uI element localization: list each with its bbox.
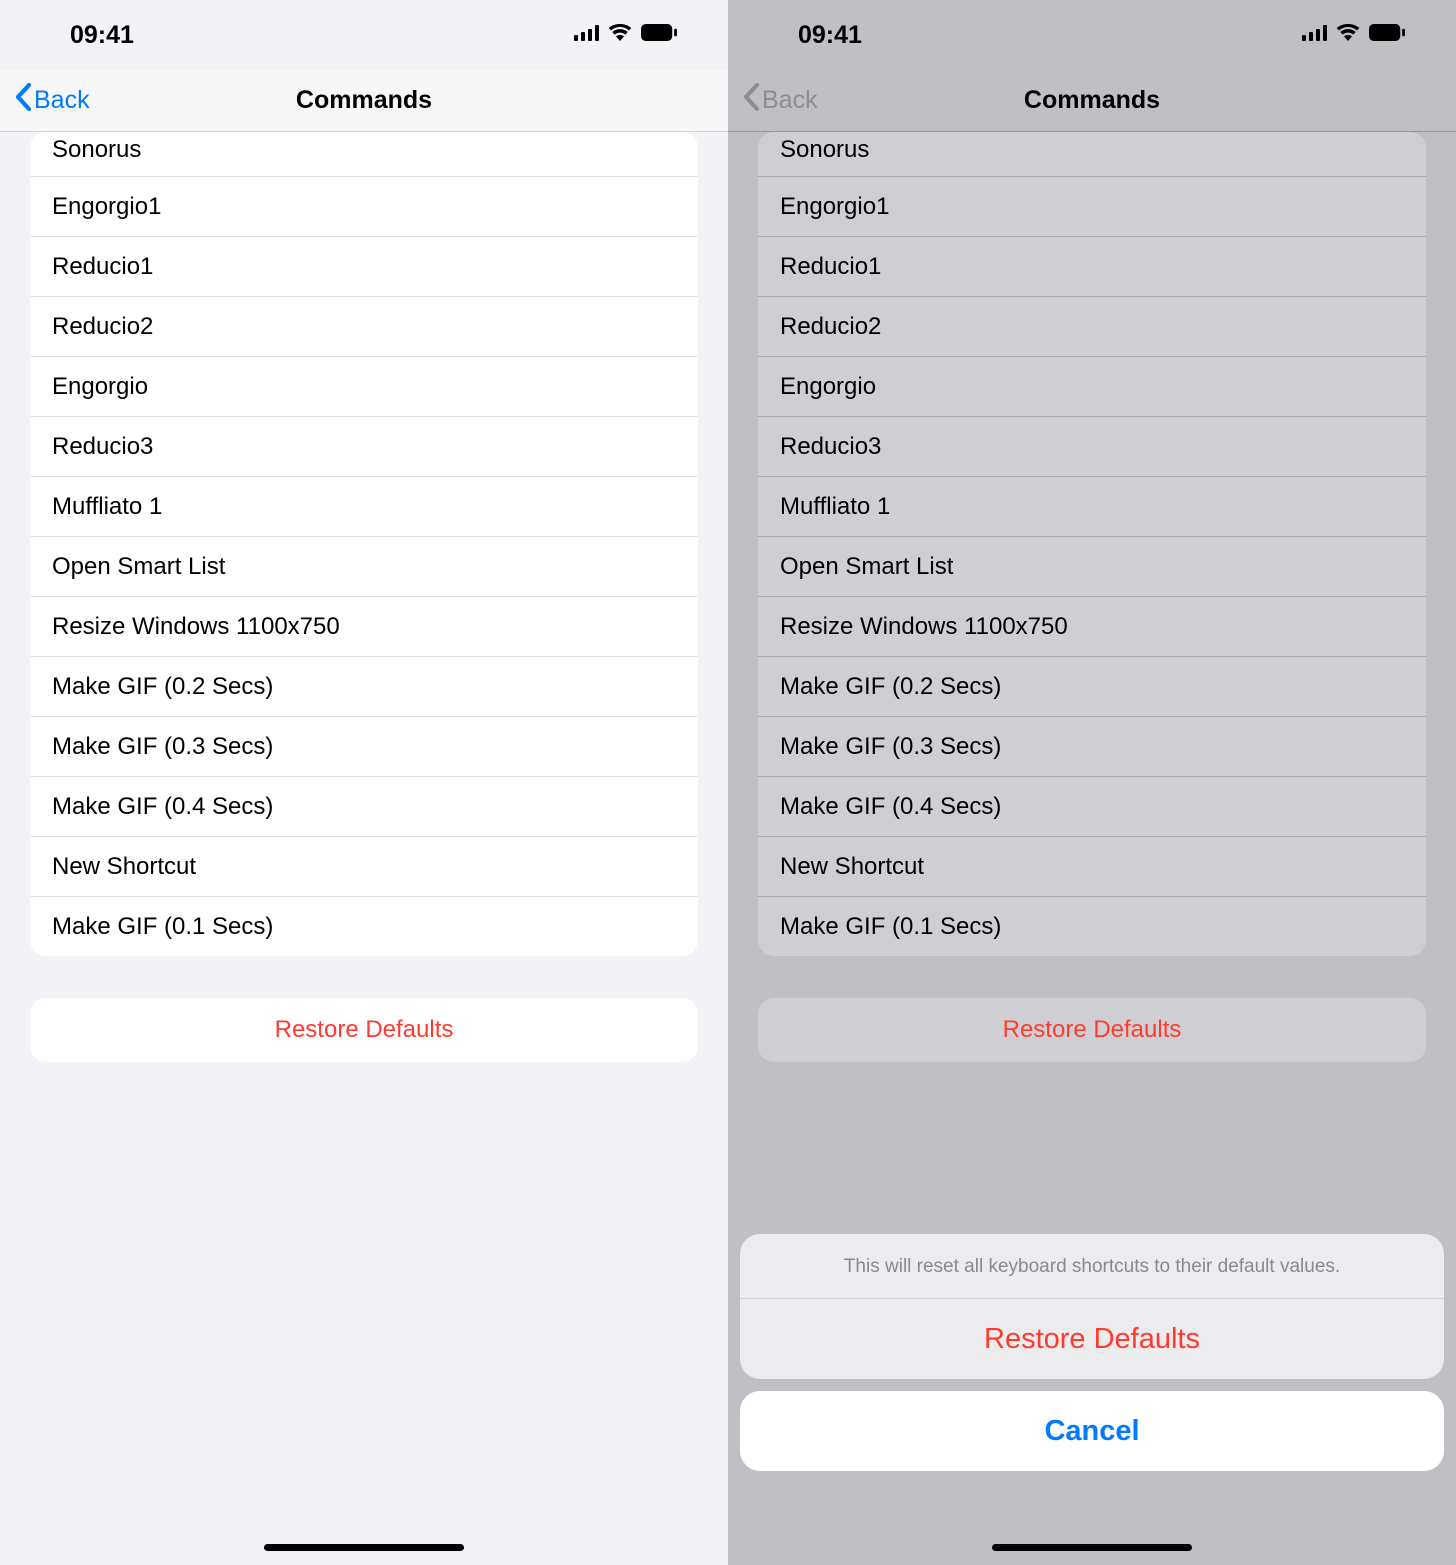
list-item-label: Reducio2 <box>52 313 153 341</box>
list-item-label: Sonorus <box>780 136 869 164</box>
action-sheet-group: This will reset all keyboard shortcuts t… <box>740 1234 1444 1379</box>
list-item[interactable]: Reducio3 <box>30 416 698 476</box>
list-item-label: Engorgio <box>780 373 876 401</box>
list-item-label: New Shortcut <box>780 853 924 881</box>
home-indicator[interactable] <box>264 1544 464 1551</box>
restore-defaults-label: Restore Defaults <box>275 1016 454 1044</box>
commands-list: Sonorus Engorgio1 Reducio1 Reducio2 Engo… <box>758 132 1426 956</box>
battery-icon <box>1368 24 1406 46</box>
list-item: Reducio3 <box>758 416 1426 476</box>
list-item: Reducio1 <box>758 236 1426 296</box>
action-sheet-restore-button[interactable]: Restore Defaults <box>740 1299 1444 1379</box>
list-item[interactable]: Make GIF (0.1 Secs) <box>30 896 698 956</box>
cellular-signal-icon <box>1302 25 1328 46</box>
list-item-label: Make GIF (0.4 Secs) <box>52 793 273 821</box>
screenshot-right: 09:41 Back Commands Sonorus Engorgio1 Re… <box>728 0 1456 1565</box>
list-item-label: Make GIF (0.1 Secs) <box>780 913 1001 941</box>
cellular-signal-icon <box>574 25 600 46</box>
back-label: Back <box>762 86 818 115</box>
nav-title: Commands <box>0 86 728 115</box>
status-icons <box>574 24 678 46</box>
list-item[interactable]: Reducio1 <box>30 236 698 296</box>
nav-bar: Back Commands <box>0 70 728 132</box>
back-button[interactable]: Back <box>0 83 90 118</box>
list-item-label: Resize Windows 1100x750 <box>780 613 1068 641</box>
restore-defaults-label: Restore Defaults <box>1003 1016 1182 1044</box>
screenshot-left: 09:41 Back Commands Sonorus Engorgio1 Re… <box>0 0 728 1565</box>
list-item-label: Make GIF (0.1 Secs) <box>52 913 273 941</box>
list-item[interactable]: Reducio2 <box>30 296 698 356</box>
commands-list-wrap: Sonorus Engorgio1 Reducio1 Reducio2 Engo… <box>728 132 1456 956</box>
list-item[interactable]: New Shortcut <box>30 836 698 896</box>
status-icons <box>1302 24 1406 46</box>
list-item[interactable]: Make GIF (0.2 Secs) <box>30 656 698 716</box>
list-item: Make GIF (0.2 Secs) <box>758 656 1426 716</box>
list-item: Muffliato 1 <box>758 476 1426 536</box>
list-item-label: Open Smart List <box>52 553 225 581</box>
list-item-label: Open Smart List <box>780 553 953 581</box>
list-item-label: Reducio3 <box>52 433 153 461</box>
list-item-label: Engorgio <box>52 373 148 401</box>
list-item-label: Reducio3 <box>780 433 881 461</box>
wifi-icon <box>1336 24 1360 46</box>
list-item-label: Make GIF (0.3 Secs) <box>52 733 273 761</box>
status-time: 09:41 <box>798 21 862 50</box>
list-item: Make GIF (0.3 Secs) <box>758 716 1426 776</box>
restore-defaults-button: Restore Defaults <box>758 998 1426 1062</box>
nav-title: Commands <box>728 86 1456 115</box>
list-item[interactable]: Make GIF (0.4 Secs) <box>30 776 698 836</box>
list-item-label: Make GIF (0.2 Secs) <box>52 673 273 701</box>
back-button: Back <box>728 83 818 118</box>
back-label: Back <box>34 86 90 115</box>
list-item[interactable]: Engorgio1 <box>30 176 698 236</box>
list-item-label: Make GIF (0.2 Secs) <box>780 673 1001 701</box>
list-item-label: Engorgio1 <box>780 193 889 221</box>
action-sheet-message: This will reset all keyboard shortcuts t… <box>740 1234 1444 1299</box>
list-item: Reducio2 <box>758 296 1426 356</box>
action-sheet: This will reset all keyboard shortcuts t… <box>740 1234 1444 1471</box>
list-item: Engorgio1 <box>758 176 1426 236</box>
list-item-label: Reducio1 <box>780 253 881 281</box>
home-indicator[interactable] <box>992 1544 1192 1551</box>
list-item: Sonorus <box>758 132 1426 176</box>
list-item[interactable]: Make GIF (0.3 Secs) <box>30 716 698 776</box>
list-item-label: Muffliato 1 <box>52 493 162 521</box>
list-item: New Shortcut <box>758 836 1426 896</box>
list-item-label: Make GIF (0.3 Secs) <box>780 733 1001 761</box>
action-sheet-restore-label: Restore Defaults <box>984 1323 1200 1356</box>
list-item-label: Reducio2 <box>780 313 881 341</box>
status-bar: 09:41 <box>728 0 1456 70</box>
list-item[interactable]: Sonorus <box>30 132 698 176</box>
action-sheet-cancel-button[interactable]: Cancel <box>740 1391 1444 1471</box>
battery-icon <box>640 24 678 46</box>
wifi-icon <box>608 24 632 46</box>
nav-bar: Back Commands <box>728 70 1456 132</box>
list-item-label: Muffliato 1 <box>780 493 890 521</box>
list-item-label: New Shortcut <box>52 853 196 881</box>
list-item-label: Engorgio1 <box>52 193 161 221</box>
restore-defaults-button[interactable]: Restore Defaults <box>30 998 698 1062</box>
status-time: 09:41 <box>70 21 134 50</box>
list-item: Make GIF (0.4 Secs) <box>758 776 1426 836</box>
list-item-label: Sonorus <box>52 136 141 164</box>
commands-list[interactable]: Sonorus Engorgio1 Reducio1 Reducio2 Engo… <box>30 132 698 956</box>
chevron-left-icon <box>742 83 760 118</box>
list-item[interactable]: Muffliato 1 <box>30 476 698 536</box>
list-item[interactable]: Resize Windows 1100x750 <box>30 596 698 656</box>
list-item: Engorgio <box>758 356 1426 416</box>
list-item: Open Smart List <box>758 536 1426 596</box>
list-item[interactable]: Open Smart List <box>30 536 698 596</box>
commands-list-wrap: Sonorus Engorgio1 Reducio1 Reducio2 Engo… <box>0 132 728 956</box>
list-item: Make GIF (0.1 Secs) <box>758 896 1426 956</box>
list-item: Resize Windows 1100x750 <box>758 596 1426 656</box>
status-bar: 09:41 <box>0 0 728 70</box>
list-item-label: Resize Windows 1100x750 <box>52 613 340 641</box>
action-sheet-cancel-label: Cancel <box>1044 1415 1139 1448</box>
chevron-left-icon <box>14 83 32 118</box>
list-item-label: Reducio1 <box>52 253 153 281</box>
list-item[interactable]: Engorgio <box>30 356 698 416</box>
list-item-label: Make GIF (0.4 Secs) <box>780 793 1001 821</box>
